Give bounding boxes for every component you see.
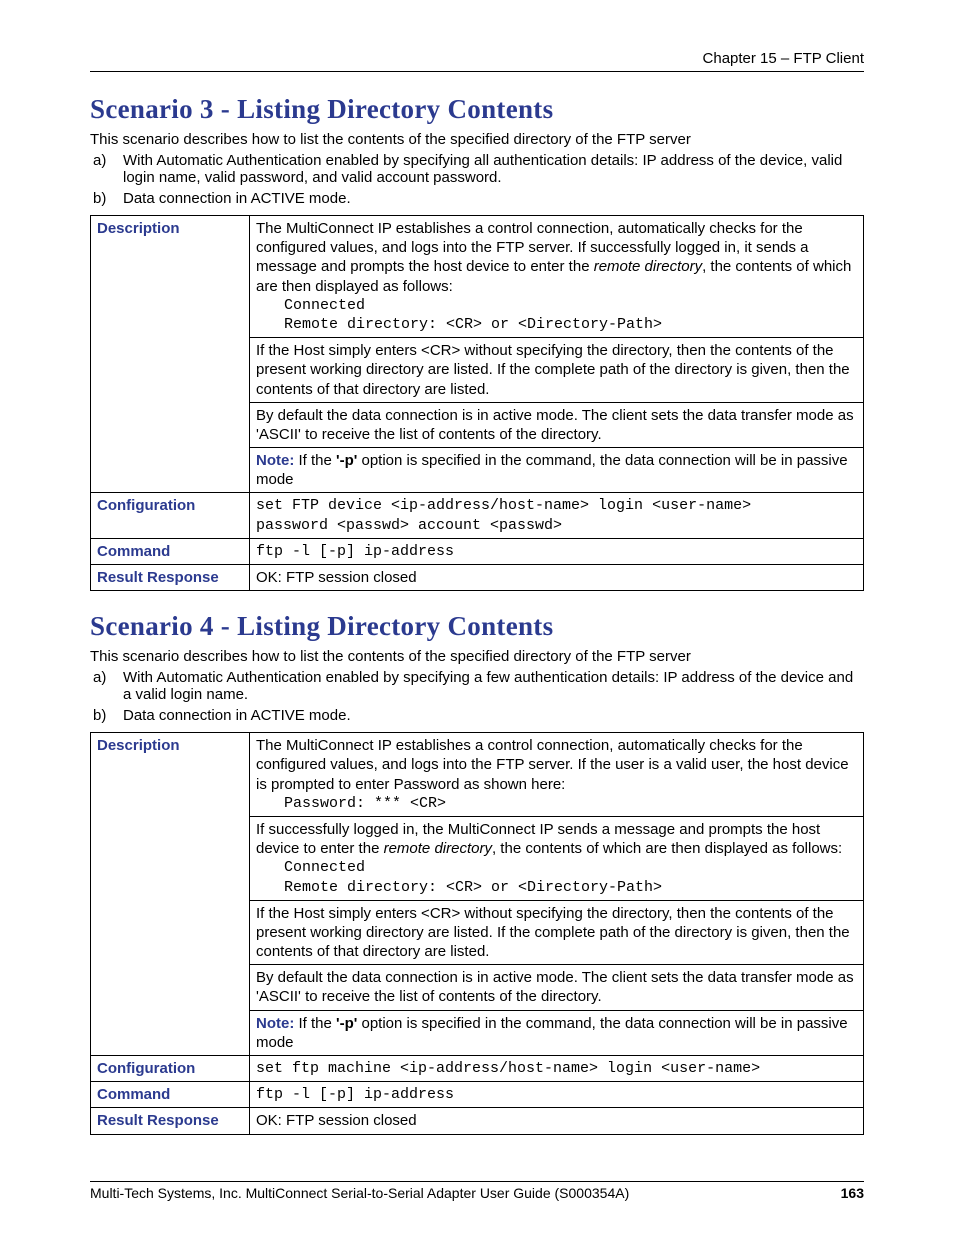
chapter-header: Chapter 15 – FTP Client [90,50,864,72]
scenario4-list: a) With Automatic Authentication enabled… [90,669,864,724]
command-cell: ftp -l [-p] ip-address [250,1082,864,1108]
config-line: set FTP device <ip-address/host-name> lo… [256,496,857,515]
list-marker: a) [90,152,123,186]
desc-cell: Note: If the '-p' option is specified in… [250,1010,864,1055]
config-cell: set FTP device <ip-address/host-name> lo… [250,493,864,538]
table-row: Description The MultiConnect IP establis… [91,216,864,338]
page-footer: Multi-Tech Systems, Inc. MultiConnect Se… [90,1181,864,1201]
table-row: Configuration set ftp machine <ip-addres… [91,1056,864,1082]
label-result: Result Response [91,1108,250,1134]
desc-cell: If the Host simply enters <CR> without s… [250,338,864,403]
list-body: Data connection in ACTIVE mode. [123,190,864,207]
desc-cell: If successfully logged in, the MultiConn… [250,816,864,900]
list-item: a) With Automatic Authentication enabled… [90,669,864,703]
table-row: Command ftp -l [-p] ip-address [91,1082,864,1108]
list-marker: b) [90,707,123,724]
desc-remote-dir: remote directory [594,258,702,275]
page: Chapter 15 – FTP Client Scenario 3 - Lis… [0,0,954,1235]
list-item: b) Data connection in ACTIVE mode. [90,190,864,207]
desc-text: If the [294,1015,336,1032]
mono-remote-dir: Remote directory: <CR> or <Directory-Pat… [256,878,857,897]
desc-text: The MultiConnect IP establishes a contro… [256,737,849,792]
page-number: 163 [841,1185,864,1201]
mono-connected: Connected [256,296,857,315]
result-cell: OK: FTP session closed [250,565,864,591]
label-description: Description [91,216,250,493]
list-marker: b) [90,190,123,207]
label-result: Result Response [91,565,250,591]
scenario4-table: Description The MultiConnect IP establis… [90,732,864,1134]
desc-text: , the contents of which are then display… [492,840,842,857]
table-row: Command ftp -l [-p] ip-address [91,538,864,564]
scenario3-intro: This scenario describes how to list the … [90,131,864,148]
desc-cell: By default the data connection is in act… [250,965,864,1010]
scenario3-table: Description The MultiConnect IP establis… [90,215,864,591]
desc-cell: The MultiConnect IP establishes a contro… [250,733,864,817]
table-row: Description The MultiConnect IP establis… [91,733,864,817]
note-label: Note: [256,452,294,469]
table-row: Result Response OK: FTP session closed [91,1108,864,1134]
footer-text: Multi-Tech Systems, Inc. MultiConnect Se… [90,1185,629,1201]
scenario3-title: Scenario 3 - Listing Directory Contents [90,94,864,125]
label-description: Description [91,733,250,1056]
mono-password: Password: *** <CR> [256,794,857,813]
scenario4-title: Scenario 4 - Listing Directory Contents [90,611,864,642]
label-command: Command [91,538,250,564]
result-cell: OK: FTP session closed [250,1108,864,1134]
label-command: Command [91,1082,250,1108]
mono-connected: Connected [256,858,857,877]
list-body: With Automatic Authentication enabled by… [123,152,864,186]
scenario3-list: a) With Automatic Authentication enabled… [90,152,864,207]
desc-remote-dir: remote directory [384,840,492,857]
desc-cell: Note: If the '-p' option is specified in… [250,448,864,493]
note-label: Note: [256,1015,294,1032]
desc-text: If the [294,452,336,469]
mono-remote-dir: Remote directory: <CR> or <Directory-Pat… [256,315,857,334]
list-marker: a) [90,669,123,703]
label-configuration: Configuration [91,1056,250,1082]
scenario4-intro: This scenario describes how to list the … [90,648,864,665]
desc-cell: By default the data connection is in act… [250,402,864,447]
table-row: Result Response OK: FTP session closed [91,565,864,591]
list-item: b) Data connection in ACTIVE mode. [90,707,864,724]
p-option: '-p' [336,452,357,469]
table-row: Configuration set FTP device <ip-address… [91,493,864,538]
list-item: a) With Automatic Authentication enabled… [90,152,864,186]
desc-cell: If the Host simply enters <CR> without s… [250,900,864,965]
list-body: With Automatic Authentication enabled by… [123,669,864,703]
label-configuration: Configuration [91,493,250,538]
list-body: Data connection in ACTIVE mode. [123,707,864,724]
config-cell: set ftp machine <ip-address/host-name> l… [250,1056,864,1082]
command-cell: ftp -l [-p] ip-address [250,538,864,564]
p-option: '-p' [336,1015,357,1032]
config-line: password <passwd> account <passwd> [256,516,857,535]
desc-cell: The MultiConnect IP establishes a contro… [250,216,864,338]
